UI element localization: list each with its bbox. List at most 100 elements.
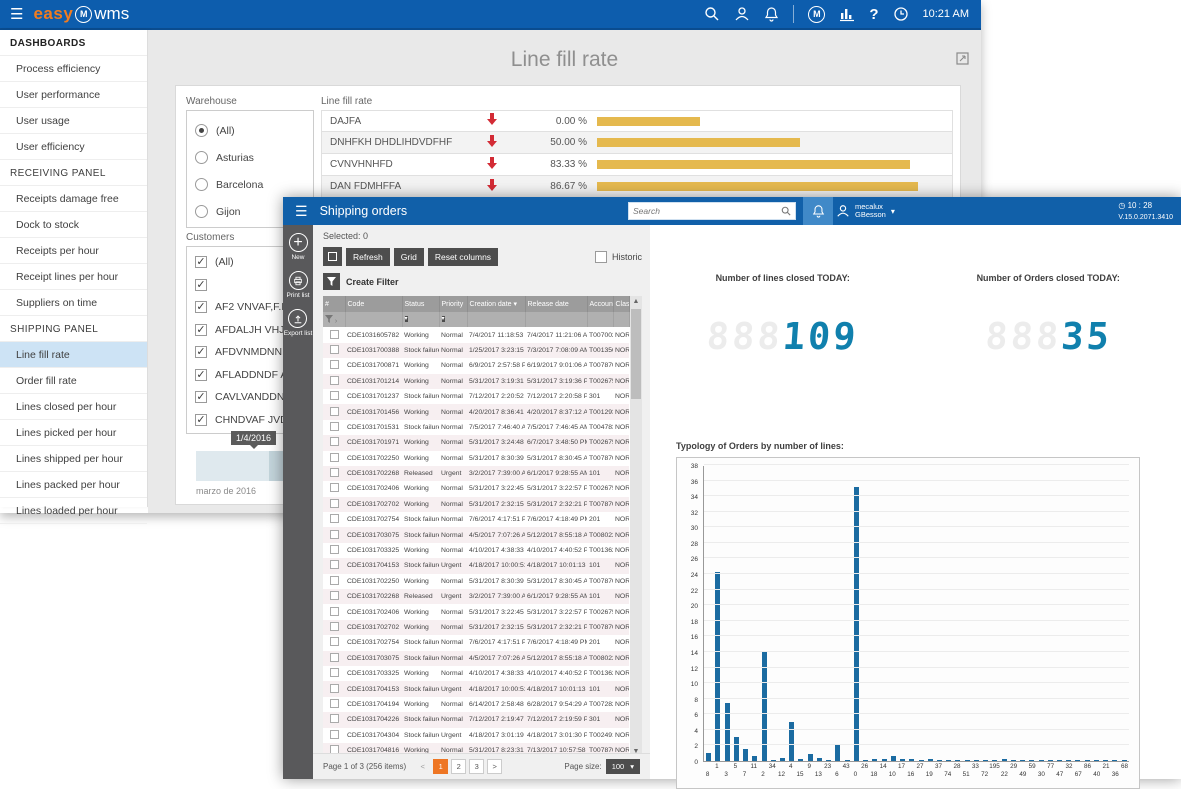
checkbox-icon[interactable] — [330, 653, 339, 662]
sidebar-item-lines-packed-per-hour[interactable]: Lines packed per hour — [0, 472, 147, 498]
sidebar-item-user-usage[interactable]: User usage — [0, 108, 147, 134]
order-code-cell[interactable]: CDE1031703075 — [345, 527, 402, 542]
account-cell[interactable]: T002491 — [587, 728, 613, 743]
next-page-button[interactable]: > — [487, 759, 502, 774]
account-cell[interactable]: T001362 — [587, 543, 613, 558]
bar-27[interactable] — [919, 760, 924, 761]
sidebar-item-dock-to-stock[interactable]: Dock to stock — [0, 212, 147, 238]
radio-icon[interactable] — [195, 151, 208, 164]
table-row[interactable]: CDE1031701237Stock failureNormal7/12/201… — [323, 389, 629, 404]
row-checkbox[interactable] — [323, 435, 345, 450]
sidebar-item-process-efficiency[interactable]: Process efficiency — [0, 56, 147, 82]
account-cell[interactable]: 101 — [587, 589, 613, 604]
bar-8[interactable] — [706, 753, 711, 761]
radio-icon[interactable] — [195, 205, 208, 218]
scrollbar-thumb[interactable] — [631, 309, 641, 399]
row-checkbox[interactable] — [323, 420, 345, 435]
bar-21[interactable] — [1103, 760, 1108, 761]
sidebar-item-order-fill-rate[interactable]: Order fill rate — [0, 368, 147, 394]
table-row[interactable]: CDE1031702702WorkingNormal5/31/2017 2:32… — [323, 620, 629, 635]
order-code-cell[interactable]: CDE1031701237 — [345, 389, 402, 404]
table-row[interactable]: CDE1031701971WorkingNormal5/31/2017 3:24… — [323, 435, 629, 450]
checkbox-icon[interactable] — [330, 422, 339, 431]
bar-16[interactable] — [909, 759, 914, 761]
order-code-cell[interactable]: CDE1031703325 — [345, 666, 402, 681]
bar-11[interactable] — [752, 756, 757, 761]
refresh-button[interactable]: Refresh — [346, 248, 390, 266]
row-checkbox[interactable] — [323, 481, 345, 496]
order-code-cell[interactable]: CDE1031704153 — [345, 558, 402, 573]
table-scrollbar[interactable]: ▲ ▼ — [630, 296, 642, 758]
order-code-cell[interactable]: CDE1031701971 — [345, 435, 402, 450]
sidebar-item-receipts-per-hour[interactable]: Receipts per hour — [0, 238, 147, 264]
order-code-cell[interactable]: CDE1031605782 — [345, 327, 402, 342]
sidebar-item-receipts-damage-free[interactable]: Receipts damage free — [0, 186, 147, 212]
table-row[interactable]: CDE1031702406WorkingNormal5/31/2017 3:22… — [323, 604, 629, 619]
checkbox-checked-icon[interactable]: ✓ — [195, 256, 207, 268]
bar-6[interactable] — [835, 744, 840, 761]
order-code-cell[interactable]: CDE1031704226 — [345, 712, 402, 727]
account-cell[interactable]: T007870 — [587, 620, 613, 635]
table-row[interactable]: CDE1031702754Stock failureNormal7/6/2017… — [323, 512, 629, 527]
order-code-cell[interactable]: CDE1031703075 — [345, 651, 402, 666]
table-row[interactable]: CDE1031703075Stock failureNormal4/5/2017… — [323, 651, 629, 666]
column-header-release-date[interactable]: Release date — [525, 296, 587, 312]
order-code-cell[interactable]: CDE1031704194 — [345, 697, 402, 712]
grid-button[interactable]: Grid — [394, 248, 424, 266]
table-row[interactable]: CDE1031702250WorkingNormal5/31/2017 8:30… — [323, 574, 629, 589]
checkbox-icon[interactable] — [330, 637, 339, 646]
warehouse-option-barcelona[interactable]: Barcelona — [195, 171, 305, 198]
checkbox-icon[interactable] — [330, 668, 339, 677]
bar-14[interactable] — [882, 759, 887, 761]
create-filter-label[interactable]: Create Filter — [346, 277, 399, 287]
hamburger-menu-icon[interactable]: ☰ — [10, 5, 23, 23]
order-code-cell[interactable]: CDE1031700388 — [345, 343, 402, 358]
table-row[interactable]: CDE1031702406WorkingNormal5/31/2017 3:22… — [323, 481, 629, 496]
account-cell[interactable]: T002675 — [587, 481, 613, 496]
bar-3[interactable] — [725, 703, 730, 761]
order-code-cell[interactable]: CDE1031702702 — [345, 620, 402, 635]
table-row[interactable]: CDE1031704226Stock failureNormal7/12/201… — [323, 712, 629, 727]
checkbox-checked-icon[interactable]: ✓ — [195, 279, 207, 291]
order-code-cell[interactable]: CDE1031702702 — [345, 497, 402, 512]
radio-icon[interactable] — [195, 124, 208, 137]
table-row[interactable]: CDE1031701456WorkingNormal4/20/2017 8:36… — [323, 404, 629, 419]
account-cell[interactable]: 201 — [587, 512, 613, 527]
bar-77[interactable] — [1048, 760, 1053, 761]
checkbox-icon[interactable] — [330, 407, 339, 416]
row-checkbox[interactable] — [323, 635, 345, 650]
checkbox-checked-icon[interactable]: ✓ — [195, 324, 207, 336]
bar-49[interactable] — [1020, 760, 1025, 761]
table-row[interactable]: CDE1031701531Stock failureNormal7/5/2017… — [323, 420, 629, 435]
account-cell[interactable]: 101 — [587, 681, 613, 696]
account-cell[interactable]: T002675 — [587, 435, 613, 450]
bar-36[interactable] — [1112, 760, 1117, 761]
account-cell[interactable]: T007870 — [587, 497, 613, 512]
bar-17[interactable] — [900, 759, 905, 761]
bar-7[interactable] — [743, 749, 748, 761]
warehouse-option-asturias[interactable]: Asturias — [195, 144, 305, 171]
order-code-cell[interactable]: CDE1031702250 — [345, 574, 402, 589]
checkbox-icon[interactable] — [330, 730, 339, 739]
row-checkbox[interactable] — [323, 451, 345, 466]
column-header-priority[interactable]: Priority — [439, 296, 467, 312]
order-code-cell[interactable]: CDE1031704153 — [345, 681, 402, 696]
column-header-status[interactable]: Status — [402, 296, 439, 312]
row-checkbox[interactable] — [323, 543, 345, 558]
bar-18[interactable] — [872, 759, 877, 761]
bar-47[interactable] — [1057, 760, 1062, 761]
row-checkbox[interactable] — [323, 681, 345, 696]
order-code-cell[interactable]: CDE1031702268 — [345, 466, 402, 481]
row-checkbox[interactable] — [323, 558, 345, 573]
table-row[interactable]: CDE1031702702WorkingNormal5/31/2017 2:32… — [323, 497, 629, 512]
bar-86[interactable] — [1085, 760, 1090, 761]
row-checkbox[interactable] — [323, 666, 345, 681]
bar-72[interactable] — [983, 760, 988, 761]
checkbox-checked-icon[interactable]: ✓ — [195, 346, 207, 358]
checkbox-icon[interactable] — [330, 530, 339, 539]
bar-15[interactable] — [798, 759, 803, 761]
table-row[interactable]: CDE1031700388Stock failureNormal1/25/201… — [323, 343, 629, 358]
table-row[interactable]: CDE1031704304Stock failureUrgent4/18/201… — [323, 728, 629, 743]
row-checkbox[interactable] — [323, 358, 345, 373]
bar-22[interactable] — [1002, 759, 1007, 761]
